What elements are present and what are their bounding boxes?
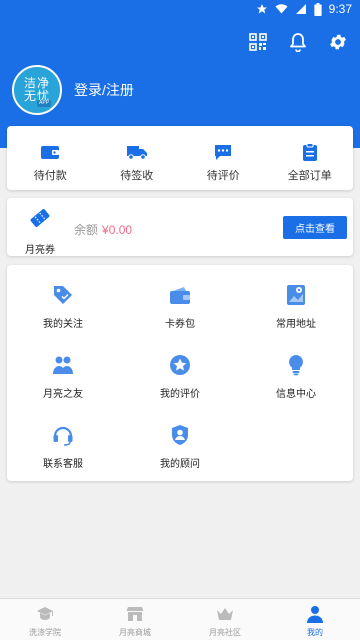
feature-label: 月亮之友 <box>43 389 83 400</box>
orders-card: 待付款 待签收 待评价 全部订单 <box>7 126 353 190</box>
feature-label: 卡券包 <box>165 319 195 330</box>
feature-label: 我的关注 <box>43 319 83 330</box>
nav-label: 我的 <box>307 628 323 637</box>
nav-mine[interactable]: 我的 <box>270 599 360 640</box>
login-register-link[interactable]: 登录/注册 <box>74 80 134 100</box>
order-pending-payment[interactable]: 待付款 <box>7 126 94 190</box>
crown-icon <box>216 605 234 623</box>
avatar[interactable]: 洁净 无忧 APP <box>12 65 62 115</box>
status-time: 9:37 <box>328 2 352 16</box>
avatar-badge: APP <box>36 100 51 107</box>
tag-icon <box>51 283 75 307</box>
wifi-icon <box>275 3 288 15</box>
star-icon <box>256 3 268 15</box>
balance-label: 余额 <box>74 223 99 237</box>
feature-my-advisor[interactable]: 我的顾问 <box>130 423 230 470</box>
order-label: 待付款 <box>33 170 67 182</box>
features-card: 我的关注 卡券包 常用地址 月亮之友 我的评价 信息中心 联系客服 我的顾问 <box>7 265 353 481</box>
feature-my-follows[interactable]: 我的关注 <box>13 283 113 330</box>
people-icon <box>51 353 75 377</box>
order-label: 全部订单 <box>287 170 332 182</box>
nav-community[interactable]: 月亮社区 <box>180 599 270 640</box>
nav-label: 月亮社区 <box>209 628 241 637</box>
ticket-icon <box>29 208 51 233</box>
nav-mall[interactable]: 月亮商城 <box>90 599 180 640</box>
lightbulb-icon <box>284 353 308 377</box>
order-pending-review[interactable]: 待评价 <box>180 126 267 190</box>
signal-icon <box>295 3 307 15</box>
feature-coupon-wallet[interactable]: 卡券包 <box>130 283 230 330</box>
battery-icon <box>314 2 322 16</box>
feature-label: 我的顾问 <box>160 459 200 470</box>
nav-label: 洗涤学院 <box>29 628 61 637</box>
feature-label: 我的评价 <box>160 389 200 400</box>
feature-customer-service[interactable]: 联系客服 <box>13 423 113 470</box>
star-icon <box>168 353 192 377</box>
order-all[interactable]: 全部订单 <box>267 126 354 190</box>
status-bar: 9:37 <box>0 0 360 20</box>
headset-icon <box>51 423 75 447</box>
feature-my-reviews[interactable]: 我的评价 <box>130 353 230 400</box>
user-icon <box>306 605 324 623</box>
bottom-nav: 洗涤学院 月亮商城 月亮社区 我的 <box>0 598 360 640</box>
nav-academy[interactable]: 洗涤学院 <box>0 599 90 640</box>
map-icon <box>284 283 308 307</box>
truck-icon <box>126 142 148 162</box>
clipboard-icon <box>299 142 321 162</box>
feature-label: 常用地址 <box>276 319 316 330</box>
feature-label: 联系客服 <box>43 459 83 470</box>
qr-code-icon[interactable] <box>248 31 268 53</box>
comment-icon <box>212 142 234 162</box>
wallet-card-icon <box>168 283 192 307</box>
graduation-cap-icon <box>36 605 54 623</box>
order-pending-receipt[interactable]: 待签收 <box>94 126 181 190</box>
feature-addresses[interactable]: 常用地址 <box>246 283 346 330</box>
coupon-card: 月亮券 余额 ¥0.00 点击查看 <box>7 198 353 256</box>
view-coupon-button[interactable]: 点击查看 <box>283 216 347 239</box>
coupon-label: 月亮券 <box>25 245 55 256</box>
top-actions <box>248 31 348 53</box>
bell-icon[interactable] <box>288 31 308 53</box>
nav-label: 月亮商城 <box>119 628 151 637</box>
advisor-icon <box>168 423 192 447</box>
balance-amount: ¥0.00 <box>102 223 133 237</box>
wallet-icon <box>39 142 61 162</box>
order-label: 待评价 <box>206 170 240 182</box>
coupon-entry[interactable]: 月亮券 <box>20 208 60 256</box>
feature-friends[interactable]: 月亮之友 <box>13 353 113 400</box>
order-label: 待签收 <box>120 170 154 182</box>
feature-info-center[interactable]: 信息中心 <box>246 353 346 400</box>
gear-icon[interactable] <box>328 31 348 53</box>
store-icon <box>126 605 144 623</box>
feature-label: 信息中心 <box>276 389 316 400</box>
coupon-balance: 余额 ¥0.00 <box>74 221 132 238</box>
